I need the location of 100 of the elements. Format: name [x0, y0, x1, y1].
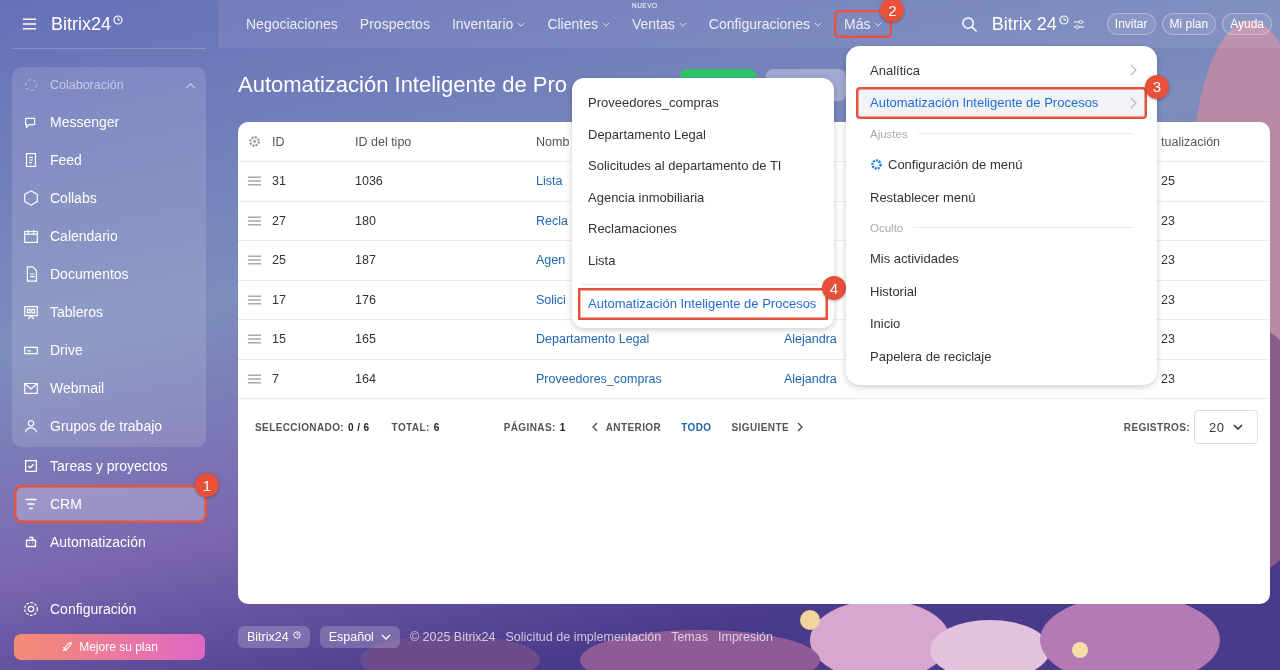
sidebar-item[interactable]: Drive: [12, 331, 206, 369]
table-cell-text: 17: [272, 292, 287, 307]
table-cell-text: 23: [1161, 371, 1176, 386]
menu-item[interactable]: Reclamaciones: [572, 213, 834, 245]
header-button[interactable]: Mi plan: [1161, 13, 1217, 35]
drag-handle-icon[interactable]: [247, 373, 262, 384]
footer-link[interactable]: Temas: [671, 630, 708, 644]
drag-handle-icon[interactable]: [247, 334, 262, 345]
table-cell-text: 27: [272, 213, 287, 228]
table-cell-text: 165: [355, 332, 377, 347]
table-cell-text: 23: [1161, 292, 1176, 307]
name-link[interactable]: Proveedores_compras: [536, 371, 662, 386]
logo[interactable]: Bitrix 24: [991, 13, 1057, 35]
menu-item[interactable]: Historial: [856, 274, 1147, 308]
user-link[interactable]: Alejandra: [784, 332, 837, 347]
footer-link[interactable]: Solicitud de implementación: [505, 630, 662, 644]
caret-icon: [874, 21, 883, 27]
sidebar-item[interactable]: Messenger: [12, 103, 206, 141]
name-link[interactable]: Solici: [536, 292, 566, 307]
table-cell-text: 25: [1161, 174, 1176, 189]
menu-item[interactable]: Proveedores_compras: [572, 87, 834, 119]
page-count: PÁGINAS: 1: [503, 421, 566, 433]
sidebar-icon: [22, 457, 40, 475]
settings-icon: [22, 600, 40, 618]
menu-item[interactable]: Inicio: [856, 307, 1147, 341]
sidebar-item[interactable]: Calendario: [12, 217, 206, 255]
menu-item[interactable]: Departamento Legal: [572, 118, 834, 150]
menu-item[interactable]: Mis actividades: [856, 242, 1147, 275]
nav-item[interactable]: Prospectos: [349, 10, 440, 38]
menu-item[interactable]: Automatización Inteligente de Procesos: [856, 86, 1147, 120]
table-cell-text: 25: [272, 253, 287, 268]
all-link[interactable]: TODO: [681, 421, 712, 433]
name-link[interactable]: Recla: [536, 213, 568, 228]
sidebar-icon: [22, 303, 40, 321]
chevron-icon: [185, 81, 196, 89]
sidebar-item[interactable]: Collabs: [12, 179, 206, 217]
table-cell-text: 23: [1161, 213, 1176, 228]
nav-item[interactable]: Configuraciones: [698, 10, 832, 38]
menu-icon[interactable]: [22, 18, 37, 30]
menu-item[interactable]: Agencia inmobiliaria: [572, 181, 834, 213]
name-link[interactable]: Departamento Legal: [536, 332, 650, 347]
column-header[interactable]: ID: [272, 134, 355, 149]
brand-badge[interactable]: Bitrix24: [238, 626, 310, 648]
name-link[interactable]: Lista: [536, 174, 563, 189]
drag-handle-icon[interactable]: [247, 294, 262, 305]
clock-icon: [1058, 15, 1069, 25]
name-link[interactable]: Agen: [536, 253, 566, 268]
table-cell-text: 1036: [355, 174, 384, 189]
header-button[interactable]: Invitar: [1106, 13, 1156, 35]
table-cell-text: 176: [355, 292, 377, 307]
menu-item[interactable]: Analítica: [856, 54, 1147, 87]
table-cell-text: 164: [355, 371, 377, 386]
search-icon[interactable]: [960, 15, 978, 33]
logo[interactable]: Bitrix24: [51, 13, 112, 35]
nav-item[interactable]: Inventario: [441, 10, 536, 38]
sidebar-item[interactable]: Grupos de trabajo: [12, 407, 206, 445]
menu-item[interactable]: Papelera de reciclaje: [856, 340, 1147, 373]
nav-item[interactable]: Clientes: [537, 10, 620, 38]
column-header[interactable]: tualización: [1161, 134, 1270, 149]
circle-dots-icon: [22, 76, 40, 94]
sidebar-item[interactable]: Documentos: [12, 255, 206, 293]
menu-item[interactable]: Configuración de menú: [856, 148, 1147, 181]
chevron-icon: [796, 422, 803, 432]
previous-link[interactable]: ANTERIOR: [587, 421, 662, 433]
clock-icon: [292, 630, 301, 639]
table-cell-text: 187: [355, 253, 377, 268]
user-link[interactable]: Alejandra: [784, 371, 837, 386]
menu-item[interactable]: Restablecer menú: [856, 180, 1147, 214]
settings-icon[interactable]: [247, 134, 262, 149]
records-select[interactable]: 20: [1194, 410, 1258, 444]
footer-link[interactable]: Impresión: [718, 630, 773, 644]
sidebar-item[interactable]: Tableros: [12, 293, 206, 331]
next-link[interactable]: SIGUIENTE: [731, 421, 807, 433]
menu-item[interactable]: Solicitudes al departamento de TI: [572, 150, 834, 182]
language-select[interactable]: Español: [319, 626, 400, 648]
menu-item[interactable]: Lista: [572, 244, 834, 276]
chevron-icon: [1130, 96, 1137, 109]
table-cell-text: 15: [272, 332, 287, 347]
nav-item[interactable]: Ventas: [621, 10, 697, 38]
settings-item[interactable]: Configuración: [14, 590, 207, 628]
section-label: Ajustes: [870, 127, 908, 140]
drag-handle-icon[interactable]: [247, 255, 262, 266]
chevron-icon: [591, 422, 598, 432]
drag-handle-icon[interactable]: [247, 215, 262, 226]
table-cell-text: 7: [272, 371, 280, 386]
column-header[interactable]: ID del tipo: [355, 134, 536, 149]
caret-icon: [813, 21, 822, 27]
copyright-text: © 2025 Bitrix24: [409, 630, 496, 644]
rocket-icon: [61, 641, 74, 653]
total-count: TOTAL: 6: [391, 421, 440, 433]
chevron-icon: [1233, 424, 1243, 430]
upgrade-button[interactable]: Mejore su plan: [14, 634, 205, 660]
drag-handle-icon[interactable]: [247, 176, 262, 187]
sidebar-icon: [22, 417, 40, 435]
callout-badge: 3: [1145, 74, 1169, 99]
sliders-icon[interactable]: [1072, 18, 1085, 30]
sidebar-item[interactable]: Automatización: [14, 523, 207, 561]
sidebar-item[interactable]: Feed: [12, 141, 206, 179]
nav-item[interactable]: Negociaciones: [236, 10, 348, 38]
sidebar-item[interactable]: Webmail: [12, 369, 206, 407]
